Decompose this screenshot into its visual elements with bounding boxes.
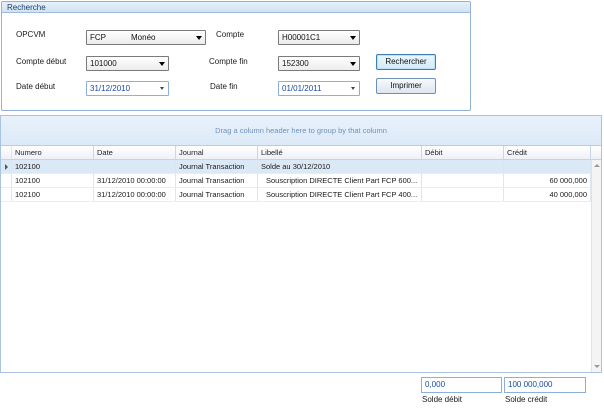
cell-journal: Journal Transaction [176, 174, 258, 187]
cell-credit: 40 000,000 [504, 188, 591, 201]
row-indicator [1, 174, 12, 187]
rechercher-button[interactable]: Rechercher [376, 54, 436, 70]
opcvm-combo[interactable]: FCP Monéo [86, 30, 206, 45]
table-row[interactable]: 102100 31/12/2010 00:00:00 Journal Trans… [1, 188, 601, 202]
date-fin-label: Date fin [210, 82, 238, 91]
column-header-libelle[interactable]: Libellé [258, 146, 422, 159]
grid-vertical-scrollbar[interactable] [591, 160, 601, 372]
triangle-right-icon [5, 164, 8, 170]
date-fin-field[interactable]: 01/01/2011 [278, 81, 360, 96]
compte-fin-value: 152300 [282, 59, 309, 68]
date-debut-label: Date début [16, 82, 56, 91]
solde-debit-label: Solde débit [422, 395, 463, 404]
solde-credit-field: 100 000,000 [504, 377, 586, 393]
header-indicator-cell [1, 146, 12, 159]
cell-libelle: Souscription DIRECTE Client Part FCP 600… [258, 174, 422, 187]
chevron-down-icon [196, 36, 202, 40]
compte-label: Compte [216, 30, 245, 39]
chevron-down-icon [350, 62, 356, 66]
chevron-down-icon [350, 36, 356, 40]
cell-debit [422, 188, 504, 201]
cell-debit [422, 174, 504, 187]
table-row[interactable]: 102100 Journal Transaction Solde au 30/1… [1, 160, 601, 174]
cell-numero: 102100 [12, 160, 94, 173]
cell-journal: Journal Transaction [176, 160, 258, 173]
cell-journal: Journal Transaction [176, 188, 258, 201]
column-header-date[interactable]: Date [94, 146, 176, 159]
transactions-grid: Drag a column header here to group by th… [0, 115, 602, 373]
scroll-up-icon[interactable] [594, 164, 600, 167]
compte-fin-combo[interactable]: 152300 [278, 56, 360, 71]
compte-debut-label: Compte début [16, 57, 67, 66]
solde-debit-field: 0,000 [421, 377, 502, 393]
grid-header-row: Numero Date Journal Libellé Débit Crédit [1, 146, 601, 160]
cell-date: 31/12/2010 00:00:00 [94, 174, 176, 187]
compte-debut-combo[interactable]: 101000 [86, 56, 169, 71]
table-row[interactable]: 102100 31/12/2010 00:00:00 Journal Trans… [1, 174, 601, 188]
cell-date [94, 160, 176, 173]
compte-fin-label: Compte fin [209, 57, 248, 66]
column-header-debit[interactable]: Débit [422, 146, 504, 159]
opcvm-label: OPCVM [16, 30, 46, 39]
compte-debut-value: 101000 [90, 59, 117, 68]
cell-numero: 102100 [12, 188, 94, 201]
chevron-down-icon [351, 87, 355, 90]
date-debut-value: 31/12/2010 [90, 84, 131, 93]
opcvm-code: FCP [90, 33, 106, 42]
search-group-title: Recherche [2, 2, 470, 13]
cell-credit: 60 000,000 [504, 174, 591, 187]
imprimer-button[interactable]: Imprimer [376, 78, 436, 94]
cell-date: 31/12/2010 00:00:00 [94, 188, 176, 201]
row-indicator [1, 160, 12, 173]
date-debut-field[interactable]: 31/12/2010 [86, 81, 169, 96]
cell-debit [422, 160, 504, 173]
row-indicator [1, 188, 12, 201]
cell-libelle: Souscription DIRECTE Client Part FCP 400… [258, 188, 422, 201]
group-by-panel[interactable]: Drag a column header here to group by th… [1, 116, 601, 146]
scroll-down-icon[interactable] [594, 365, 600, 368]
solde-credit-label: Solde crédit [505, 395, 548, 404]
cell-numero: 102100 [12, 174, 94, 187]
cell-libelle: Solde au 30/12/2010 [258, 160, 422, 173]
cell-credit [504, 160, 591, 173]
column-header-credit[interactable]: Crédit [504, 146, 591, 159]
column-header-journal[interactable]: Journal [176, 146, 258, 159]
search-group: Recherche OPCVM FCP Monéo Compte H00001C… [1, 1, 471, 111]
opcvm-name: Monéo [131, 33, 156, 42]
chevron-down-icon [159, 62, 165, 66]
date-fin-value: 01/01/2011 [282, 84, 322, 93]
chevron-down-icon [160, 87, 164, 90]
column-header-numero[interactable]: Numero [12, 146, 94, 159]
compte-value: H00001C1 [282, 33, 321, 42]
compte-combo[interactable]: H00001C1 [278, 30, 360, 45]
